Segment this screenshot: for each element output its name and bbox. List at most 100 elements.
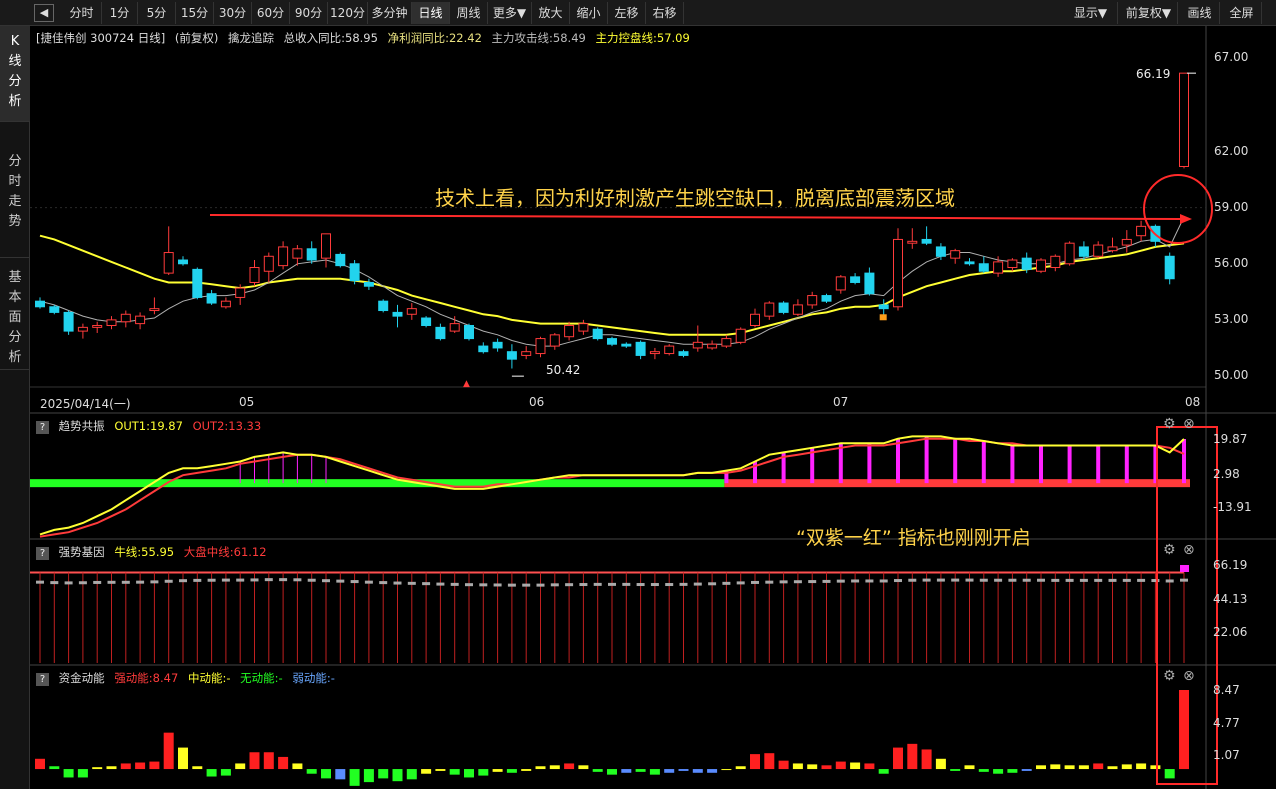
- period-button[interactable]: 右移: [646, 2, 684, 24]
- candle: [721, 338, 732, 347]
- close-icon[interactable]: ⊗: [1183, 542, 1195, 558]
- fund-bar: [335, 769, 346, 780]
- trend-y-tick: 19.87: [1213, 432, 1248, 446]
- fund-strong: 强动能:8.47: [114, 671, 179, 685]
- fund-bar: [907, 743, 918, 770]
- gene-market: 大盘中线:61.12: [183, 545, 267, 559]
- fund-bar: [292, 763, 303, 770]
- toolbar-right-button[interactable]: 显示▼: [1064, 2, 1118, 24]
- trend-info-line: ? 趋势共振 OUT1:19.87 OUT2:13.33: [36, 418, 267, 434]
- chart-area: ▲ [捷佳伟创 300724 日线] (前复权) 擒龙追踪 总收入同比:58.9…: [30, 26, 1276, 789]
- candle: [978, 263, 989, 272]
- x-label-month: 06: [529, 395, 545, 409]
- fund-bar: [464, 769, 474, 778]
- fund-bar: [835, 761, 846, 770]
- toolbar-right-button[interactable]: 前复权▼: [1120, 2, 1178, 24]
- period-button[interactable]: 1分: [102, 2, 138, 24]
- period-button[interactable]: 放大: [532, 2, 570, 24]
- candle: [492, 341, 503, 349]
- candle: [92, 324, 103, 328]
- period-button[interactable]: 周线: [450, 2, 488, 24]
- candle: [35, 300, 45, 308]
- candle: [1036, 259, 1046, 272]
- fund-bar: [77, 769, 88, 778]
- fund-none: 无动能:-: [240, 671, 283, 685]
- candle: [678, 351, 689, 356]
- candle: [49, 306, 60, 313]
- candle: [63, 311, 74, 332]
- fund-bar: [607, 769, 617, 775]
- low-price-label: 50.42: [546, 363, 581, 377]
- fund-bar: [49, 766, 60, 770]
- period-button[interactable]: 更多▼: [488, 2, 532, 24]
- fund-bar: [321, 769, 331, 779]
- fund-bar: [478, 769, 489, 776]
- fund-bar: [378, 769, 389, 779]
- period-button[interactable]: 30分: [214, 2, 252, 24]
- period-button[interactable]: 缩小: [570, 2, 608, 24]
- fund-bar: [1078, 765, 1089, 770]
- candle: [363, 281, 374, 287]
- help-icon[interactable]: ?: [36, 421, 49, 434]
- candle: [321, 233, 331, 259]
- main-y-tick: 50.00: [1214, 368, 1249, 382]
- close-icon[interactable]: ⊗: [1183, 668, 1195, 684]
- candle: [778, 302, 789, 313]
- main-y-tick: 59.00: [1214, 200, 1249, 214]
- candle: [478, 345, 489, 353]
- fund-bar: [106, 766, 117, 770]
- fund-bar: [564, 763, 575, 770]
- period-button[interactable]: 分时: [62, 2, 102, 24]
- fund-bar: [592, 769, 603, 772]
- candle: [535, 338, 546, 355]
- candle: [192, 268, 203, 298]
- candle: [907, 240, 918, 244]
- gear-icon[interactable]: ⚙: [1163, 542, 1176, 558]
- candle: [149, 308, 160, 312]
- trend-y-tick: 2.98: [1213, 467, 1240, 481]
- candle: [278, 246, 289, 267]
- sidebar-tab[interactable]: 基 本 面 分 析: [0, 262, 30, 370]
- annotation-arrowhead: [1180, 214, 1192, 224]
- help-icon[interactable]: ?: [36, 547, 49, 560]
- fund-bar: [235, 763, 246, 770]
- gear-icon[interactable]: ⚙: [1163, 416, 1176, 432]
- period-button[interactable]: 60分: [252, 2, 290, 24]
- candle: [1179, 72, 1189, 167]
- fund-bar: [1150, 765, 1161, 770]
- toolbar-right-button[interactable]: 画线: [1180, 2, 1220, 24]
- gear-icon[interactable]: ⚙: [1163, 668, 1176, 684]
- close-icon[interactable]: ⊗: [1183, 416, 1195, 432]
- x-label-month: 08: [1185, 395, 1201, 409]
- period-button[interactable]: 15分: [176, 2, 214, 24]
- period-button[interactable]: 90分: [290, 2, 328, 24]
- candle: [1093, 244, 1104, 257]
- fund-bar: [921, 749, 932, 770]
- candle: [850, 276, 861, 283]
- help-icon[interactable]: ?: [36, 673, 49, 686]
- candle: [249, 267, 260, 283]
- fund-bar: [635, 769, 646, 772]
- flag-icon: [879, 314, 887, 321]
- period-button[interactable]: 5分: [138, 2, 176, 24]
- period-button[interactable]: 日线: [412, 2, 450, 24]
- candle: [893, 238, 903, 308]
- fund-y-tick: 4.77: [1213, 716, 1240, 730]
- fund-bar: [535, 766, 546, 770]
- gene-highlight: [1180, 565, 1189, 572]
- fund-bar: [950, 769, 961, 771]
- toolbar-right-button[interactable]: 全屏: [1222, 2, 1262, 24]
- candle: [1136, 225, 1147, 237]
- profit-value: 净利润同比:22.42: [387, 31, 482, 45]
- fund-bar: [1136, 763, 1147, 770]
- sidebar-tab[interactable]: K 线 分 析: [0, 26, 30, 122]
- back-button[interactable]: ◀: [34, 4, 54, 22]
- period-button[interactable]: 左移: [608, 2, 646, 24]
- period-button[interactable]: 120分: [328, 2, 368, 24]
- fund-bar: [821, 765, 832, 770]
- sidebar-tab[interactable]: 分 时 走 势: [0, 146, 30, 258]
- period-button[interactable]: 多分钟: [368, 2, 412, 24]
- candle: [564, 324, 575, 338]
- candle: [549, 334, 560, 347]
- sidebar: K 线 分 析分 时 走 势基 本 面 分 析: [0, 26, 30, 789]
